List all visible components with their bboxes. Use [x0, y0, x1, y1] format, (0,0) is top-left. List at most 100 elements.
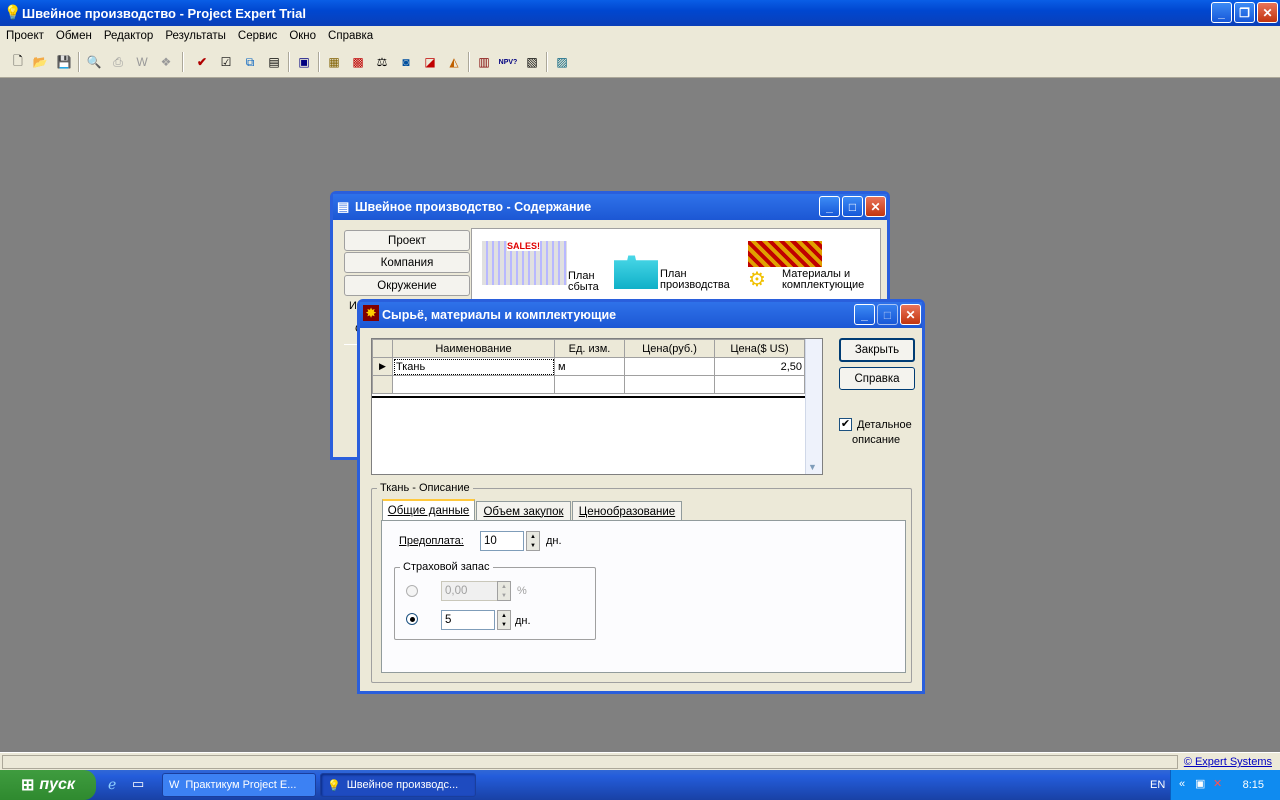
graph-icon[interactable]: ◪: [420, 52, 440, 72]
materials-minimize-button[interactable]: _: [854, 304, 875, 325]
menu-window[interactable]: Окно: [283, 30, 322, 42]
prepayment-label: Предоплата:: [399, 535, 464, 547]
gear-icon: ✸: [363, 305, 379, 321]
safety-days-radio[interactable]: [406, 613, 418, 625]
side-button-company[interactable]: Компания: [344, 252, 470, 273]
detail-checkbox-label-2[interactable]: описание: [852, 433, 900, 448]
materials-maximize-button[interactable]: □: [877, 304, 898, 325]
menu-help[interactable]: Справка: [322, 30, 379, 42]
menu-service[interactable]: Сервис: [232, 30, 283, 42]
tab-purchase-volume[interactable]: Объем закупок: [476, 501, 571, 521]
balance-icon[interactable]: ⚖: [372, 52, 392, 72]
network-icon[interactable]: ⧉: [240, 52, 260, 72]
grid-scrollbar[interactable]: ▼: [805, 339, 822, 474]
calc-icon[interactable]: ▨: [552, 52, 572, 72]
scroll-down-icon[interactable]: ▼: [808, 462, 817, 472]
safety-percent-radio[interactable]: [406, 585, 418, 597]
volume-muted-icon[interactable]: ✕: [1213, 777, 1222, 790]
column-header-unit[interactable]: Ед. изм.: [554, 339, 625, 358]
contents-maximize-button[interactable]: □: [842, 196, 863, 217]
tab-pricing[interactable]: Ценообразование: [572, 501, 682, 521]
sales-plan-label[interactable]: План сбыта: [568, 271, 613, 293]
column-header-price-rub[interactable]: Цена(руб.): [624, 339, 715, 358]
cell-price-usd[interactable]: 2,50: [714, 357, 805, 376]
safety-days-input[interactable]: 5: [441, 610, 495, 630]
sales-plan-picture[interactable]: SALES!: [482, 241, 567, 285]
production-plan-picture[interactable]: [614, 241, 658, 289]
materials-picture[interactable]: [748, 241, 822, 267]
contents-close-button[interactable]: ✕: [865, 196, 886, 217]
language-indicator[interactable]: EN: [1150, 779, 1165, 791]
clock: 8:15: [1242, 779, 1264, 791]
npv-icon[interactable]: NPV?: [498, 52, 518, 72]
restore-button[interactable]: ❐: [1234, 2, 1255, 23]
report-icon[interactable]: ❖: [156, 52, 176, 72]
print-preview-icon[interactable]: 🔍: [84, 52, 104, 72]
safety-days-unit: дн.: [515, 615, 531, 627]
check-icon[interactable]: ✔: [192, 52, 212, 72]
checklist-icon[interactable]: ☑: [216, 52, 236, 72]
prepayment-input[interactable]: 10: [480, 531, 524, 551]
cell-name[interactable]: Ткань: [392, 357, 555, 376]
close-dialog-button[interactable]: Закрыть: [839, 338, 915, 362]
chart-icon[interactable]: ◙: [396, 52, 416, 72]
detail-checkbox-label-1[interactable]: Детальное: [857, 418, 912, 433]
side-button-partial[interactable]: И: [349, 300, 357, 312]
column-header-name[interactable]: Наименование: [392, 339, 555, 358]
internet-explorer-icon[interactable]: ℯ: [108, 776, 116, 793]
word-icon: W: [169, 779, 180, 791]
print-icon[interactable]: ⎙: [108, 52, 128, 72]
expert-systems-link[interactable]: © Expert Systems: [1184, 756, 1272, 768]
materials-close-button[interactable]: ✕: [900, 304, 921, 325]
safety-percent-spinner[interactable]: ▲ ▼: [497, 581, 511, 601]
task-practicum[interactable]: W Практикум Project E...: [162, 773, 316, 797]
cashflow-icon[interactable]: ▩: [348, 52, 368, 72]
task-sewing-production[interactable]: 💡 Швейное производс...: [320, 773, 476, 797]
open-folder-icon[interactable]: 📂: [30, 52, 50, 72]
detail-checkbox[interactable]: ✔: [839, 418, 852, 431]
status-pane: [2, 755, 1178, 769]
save-icon[interactable]: 💾: [54, 52, 74, 72]
menu-editor[interactable]: Редактор: [98, 30, 160, 42]
area-chart-icon[interactable]: ◭: [444, 52, 464, 72]
cell-unit[interactable]: м: [554, 357, 625, 376]
table-icon[interactable]: ▦: [324, 52, 344, 72]
percent-unit: %: [517, 585, 527, 597]
table-row[interactable]: ▶ Ткань м 2,50: [372, 357, 805, 376]
network-icon[interactable]: ▣: [1195, 777, 1205, 790]
tray-arrow-icon[interactable]: «: [1179, 778, 1185, 790]
tab-general[interactable]: Общие данные: [382, 499, 475, 521]
menu-exchange[interactable]: Обмен: [50, 30, 98, 42]
materials-title: Сырьё, материалы и комплектующие: [382, 308, 617, 322]
start-button[interactable]: ⊞ пуск: [0, 770, 96, 800]
materials-title-bar: ✸ Сырьё, материалы и комплектующие: [360, 302, 922, 328]
new-file-icon[interactable]: 🗋: [8, 52, 28, 72]
production-plan-label[interactable]: План производства: [660, 269, 735, 291]
column-header-price-usd[interactable]: Цена($ US): [714, 339, 805, 358]
windows-logo-icon: ⊞: [20, 777, 35, 794]
options-icon[interactable]: ▧: [522, 52, 542, 72]
description-group-title: Ткань - Описание: [377, 482, 473, 494]
show-desktop-icon[interactable]: ▭: [132, 776, 144, 792]
side-button-environment[interactable]: Окружение: [344, 275, 470, 296]
close-button[interactable]: ✕: [1257, 2, 1278, 23]
help-button[interactable]: Справка: [839, 367, 915, 390]
table-row[interactable]: [372, 375, 805, 394]
window-icon[interactable]: ▣: [294, 52, 314, 72]
minimize-button[interactable]: _: [1211, 2, 1232, 23]
menu-results[interactable]: Результаты: [159, 30, 232, 42]
safety-percent-input[interactable]: 0,00: [441, 581, 501, 601]
cell-price-rub[interactable]: [624, 357, 715, 376]
materials-label[interactable]: Материалы и комплектующие: [782, 269, 877, 291]
contents-minimize-button[interactable]: _: [819, 196, 840, 217]
menu-project[interactable]: Проект: [0, 30, 50, 42]
prepayment-spinner[interactable]: ▲ ▼: [526, 531, 540, 551]
start-label: пуск: [39, 776, 76, 793]
safety-days-spinner[interactable]: ▲ ▼: [497, 610, 511, 630]
lightbulb-icon: 💡: [327, 779, 341, 792]
document-icon[interactable]: ▤: [264, 52, 284, 72]
lightbulb-icon: 💡: [4, 4, 22, 20]
analysis-icon[interactable]: ▥: [474, 52, 494, 72]
word-export-icon[interactable]: W: [132, 52, 152, 72]
side-button-project[interactable]: Проект: [344, 230, 470, 251]
